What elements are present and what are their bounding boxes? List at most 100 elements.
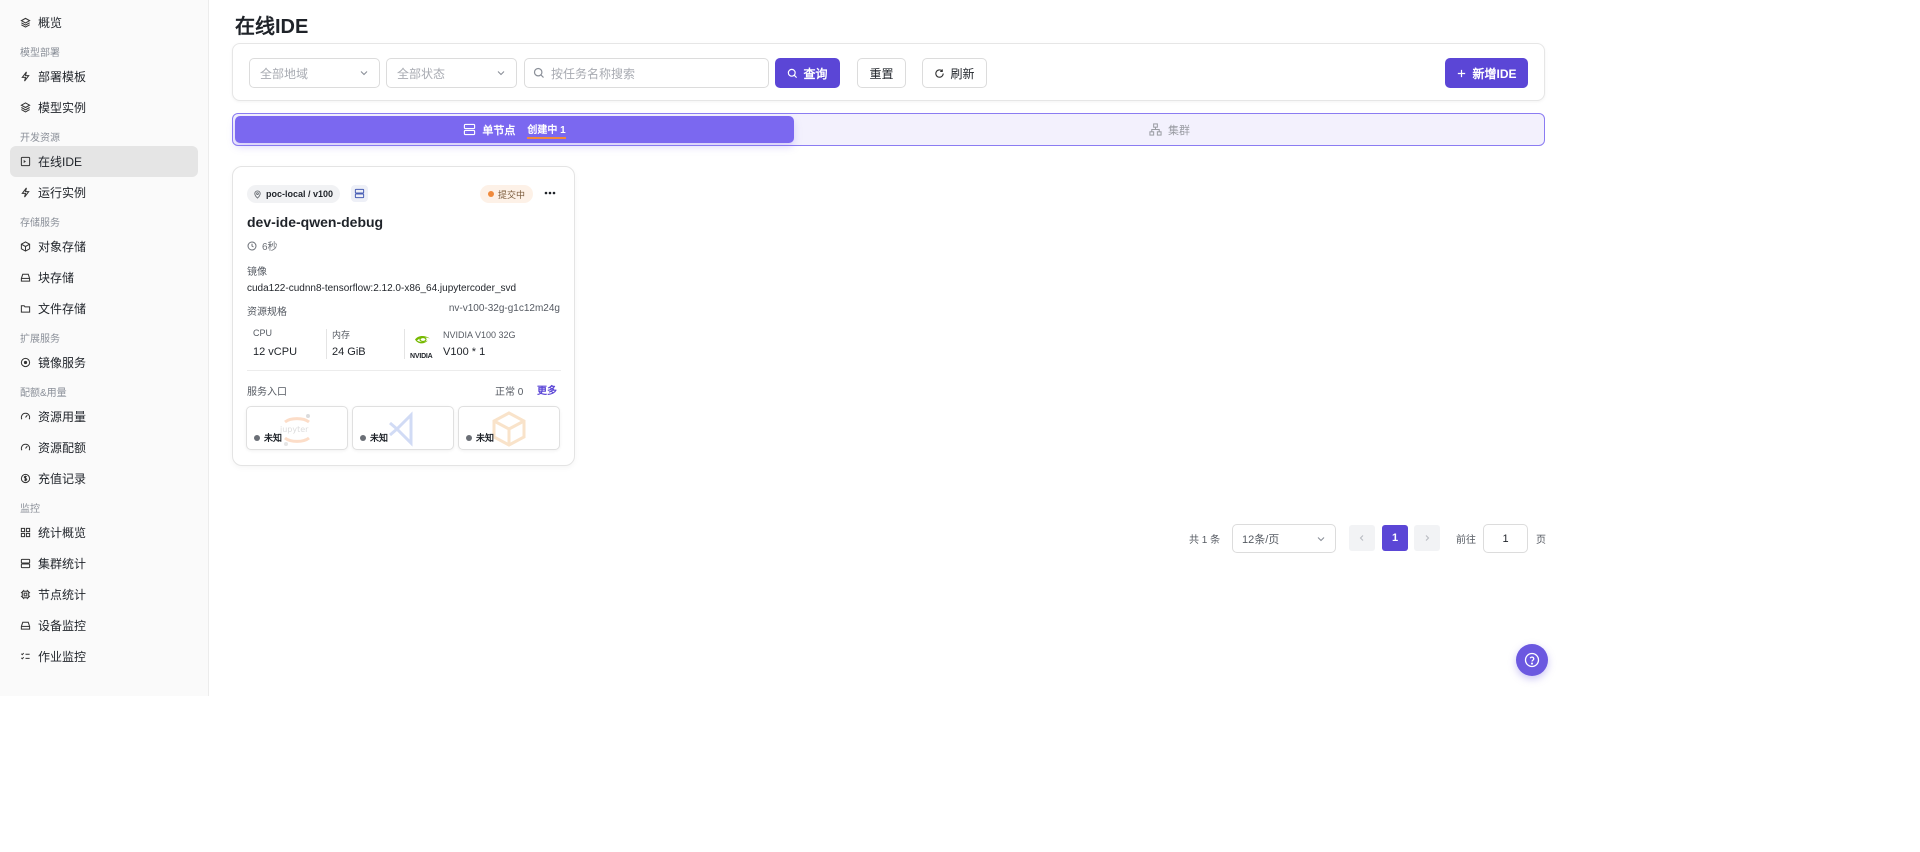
- box3d-icon: [492, 411, 526, 447]
- new-ide-button[interactable]: 新增IDE: [1445, 58, 1528, 88]
- sidebar-item-node-stats[interactable]: 节点统计: [10, 579, 198, 610]
- sidebar-item-label: 设备监控: [38, 619, 87, 633]
- reset-button[interactable]: 重置: [857, 58, 906, 88]
- status-select[interactable]: 全部状态: [386, 58, 517, 88]
- search-input[interactable]: 按任务名称搜索: [524, 58, 769, 88]
- sidebar-item-resource-usage[interactable]: 资源用量: [10, 401, 198, 432]
- sidebar-item-running-instance[interactable]: 运行实例: [10, 177, 198, 208]
- more-horizontal-icon: [544, 191, 556, 195]
- server-icon: [20, 558, 31, 569]
- refresh-button-label: 刷新: [950, 66, 975, 81]
- sidebar-item-label: 在线IDE: [38, 155, 83, 169]
- sidebar-item-label: 对象存储: [38, 240, 87, 254]
- chevron-right-icon: [1425, 535, 1430, 541]
- page-number-current[interactable]: 1: [1382, 525, 1408, 551]
- search-placeholder: 按任务名称搜索: [551, 66, 636, 81]
- sidebar-item-label: 节点统计: [38, 588, 87, 602]
- section-storage: 存储服务: [20, 218, 60, 229]
- page-unit-label: 页: [1536, 535, 1546, 546]
- service-status-text: 未知: [264, 433, 283, 443]
- search-icon: [788, 68, 798, 78]
- cube-icon: [20, 102, 31, 113]
- section-quota: 配额&用量: [20, 388, 67, 399]
- sidebar-item-overview[interactable]: 概览: [10, 7, 198, 38]
- ide-card[interactable]: poc-local / v100 提交中 dev-ide-qwen-debug …: [232, 166, 575, 466]
- page-size-value: 12条/页: [1242, 533, 1280, 546]
- sidebar-item-label: 资源配额: [38, 441, 87, 455]
- service-status: 未知: [360, 431, 388, 444]
- divider: [404, 329, 405, 359]
- gpu-value: V100 * 1: [443, 346, 486, 358]
- sidebar-item-file-storage[interactable]: 文件存储: [10, 293, 198, 324]
- sidebar-item-image-service[interactable]: 镜像服务: [10, 347, 198, 378]
- filter-bar: 全部地域 全部状态 按任务名称搜索 查询 重置 刷新 新增IDE: [232, 43, 1545, 101]
- help-button[interactable]: [1516, 644, 1548, 676]
- service-tile-box[interactable]: 未知: [458, 406, 560, 450]
- sidebar-item-object-storage[interactable]: 对象存储: [10, 231, 198, 262]
- gpu-name: NVIDIA V100 32G: [443, 330, 516, 340]
- image-value: cuda122-cudnn8-tensorflow:2.12.0-x86_64.…: [247, 283, 517, 294]
- ide-name[interactable]: dev-ide-qwen-debug: [247, 214, 383, 230]
- jupyter-icon: jupyter: [279, 414, 310, 446]
- prev-page-button[interactable]: [1349, 525, 1375, 551]
- service-tile-vscode[interactable]: 未知: [352, 406, 454, 450]
- sidebar: 概览 模型部署 部署模板 模型实例 开发资源 在线IDE 运行实例 存储服务 对…: [0, 0, 209, 696]
- drive-icon: [20, 272, 31, 283]
- sidebar-item-label: 作业监控: [38, 650, 87, 664]
- sidebar-item-model-instance[interactable]: 模型实例: [10, 92, 198, 123]
- help-icon: [1524, 652, 1540, 668]
- reset-button-label: 重置: [869, 66, 894, 81]
- sidebar-item-label: 镜像服务: [38, 356, 87, 370]
- page-size-select[interactable]: 12条/页: [1232, 524, 1336, 553]
- service-status-text: 未知: [476, 433, 495, 443]
- status-text: 提交中: [498, 189, 526, 200]
- sidebar-item-label: 部署模板: [38, 70, 87, 84]
- section-dev-resources: 开发资源: [20, 133, 60, 144]
- chevron-down-icon: [1317, 537, 1325, 542]
- new-ide-button-label: 新增IDE: [1472, 66, 1517, 81]
- tab-single-node[interactable]: 单节点 创建中 1: [235, 116, 794, 143]
- region-select[interactable]: 全部地域: [249, 58, 380, 88]
- goto-page-input[interactable]: [1483, 524, 1528, 553]
- jupyter-wordmark: jupyter: [279, 425, 309, 434]
- section-model-deploy: 模型部署: [20, 48, 60, 59]
- sidebar-item-job-monitor[interactable]: 作业监控: [10, 641, 198, 672]
- location-text: poc-local / v100: [266, 189, 334, 199]
- location-tag: poc-local / v100: [247, 185, 341, 203]
- search-icon: [533, 67, 544, 78]
- sidebar-item-stats-overview[interactable]: 统计概览: [10, 517, 198, 548]
- bolt-icon: [20, 187, 31, 198]
- server-icon: [464, 123, 476, 136]
- service-more-link[interactable]: 更多: [537, 382, 557, 397]
- service-normal-count: 正常 0: [495, 387, 524, 398]
- section-monitor: 监控: [20, 504, 40, 515]
- sidebar-item-resource-quota[interactable]: 资源配额: [10, 432, 198, 463]
- tab-cluster[interactable]: 集群: [796, 116, 1543, 143]
- sidebar-item-label: 模型实例: [38, 101, 87, 115]
- sidebar-item-online-ide[interactable]: 在线IDE: [10, 146, 198, 177]
- divider: [326, 329, 327, 359]
- nvidia-logo-icon: NVIDIA: [410, 331, 436, 360]
- sidebar-item-cluster-stats[interactable]: 集群统计: [10, 548, 198, 579]
- memory-value: 24 GiB: [332, 346, 366, 358]
- duration-text: 6秒: [262, 242, 278, 253]
- region-select-placeholder: 全部地域: [260, 66, 309, 81]
- sidebar-item-deploy-template[interactable]: 部署模板: [10, 61, 198, 92]
- status-select-placeholder: 全部状态: [397, 66, 446, 81]
- sidebar-item-label: 块存储: [38, 271, 75, 285]
- sidebar-item-block-storage[interactable]: 块存储: [10, 262, 198, 293]
- service-status: 未知: [466, 431, 494, 444]
- dollar-icon: [20, 473, 31, 484]
- query-button[interactable]: 查询: [775, 58, 840, 88]
- sidebar-item-device-monitor[interactable]: 设备监控: [10, 610, 198, 641]
- service-tile-jupyter[interactable]: jupyter 未知: [246, 406, 348, 450]
- refresh-icon: [935, 68, 945, 78]
- next-page-button[interactable]: [1414, 525, 1440, 551]
- layers-icon: [20, 17, 31, 28]
- divider: [247, 370, 561, 371]
- refresh-button[interactable]: 刷新: [922, 58, 987, 88]
- gauge-icon: [20, 411, 31, 422]
- service-status-text: 未知: [370, 433, 389, 443]
- sidebar-item-recharge[interactable]: 充值记录: [10, 463, 198, 494]
- more-actions-button[interactable]: [542, 185, 558, 201]
